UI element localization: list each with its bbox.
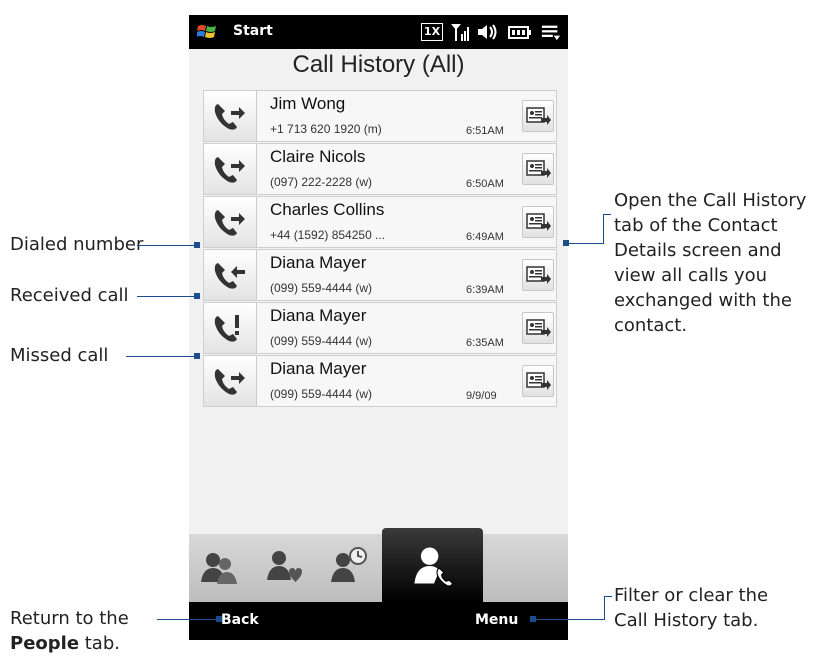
call-row[interactable]: Diana Mayer (099) 559-4444 (w) 9/9/09 [203,355,557,407]
dialed-call-icon [214,104,245,130]
dialed-call-icon [214,157,245,183]
callout-line [137,296,196,297]
callout-line [566,243,604,244]
callout-contact-details: Open the Call History tab of the Contact… [614,188,806,338]
contact-card-icon [526,372,551,390]
callout-dot [216,616,222,622]
tab-updates-events-icon[interactable] [325,544,369,588]
contact-name: Charles Collins [270,200,385,219]
callout-back: Return to the People tab. [10,606,129,656]
callout-line [604,596,605,620]
call-row[interactable]: Claire Nicols (097) 222-2228 (w) 6:50AM [203,143,557,195]
callout-menu: Filter or clear the Call History tab. [614,583,768,633]
call-time: 6:51AM [466,125,504,137]
callout-dot [194,242,200,248]
call-type-button[interactable] [204,303,257,353]
call-time: 6:49AM [466,231,504,243]
tab-all-people-icon[interactable] [197,544,241,588]
tab-favorites-icon[interactable] [261,544,305,588]
start-label[interactable]: Start [233,23,273,39]
notifications-menu-icon[interactable] [539,22,563,42]
back-button[interactable]: Back [221,612,259,628]
callout-line [126,356,196,357]
callout-menu-line1: Filter or clear the [614,585,769,606]
callout-back-bold: People [10,633,80,654]
callout-back-rest: tab. [79,633,120,654]
callout-back-line1: Return to the [10,608,129,629]
contact-details-button[interactable] [522,153,554,185]
menu-button[interactable]: Menu [475,612,518,628]
status-bar: Start 1X [189,15,568,49]
dialed-call-icon [214,369,245,395]
received-call-icon [214,263,245,289]
phone-number: (097) 222-2228 (w) [270,175,373,189]
contact-details-button[interactable] [522,100,554,132]
callout-contact-line: Details screen and [614,240,782,261]
tab-call-history-icon[interactable] [410,542,458,590]
call-type-button[interactable] [204,250,257,300]
callout-line [137,245,196,246]
callout-dialed-number: Dialed number [10,234,144,255]
contact-name: Diana Mayer [270,306,367,325]
contact-card-icon [526,107,551,125]
callout-line [157,619,219,620]
callout-menu-line2: Call History tab. [614,610,759,631]
contact-name: Diana Mayer [270,359,367,378]
call-time: 6:35AM [466,337,504,349]
call-type-button[interactable] [204,356,257,406]
contact-card-icon [526,160,551,178]
battery-icon [508,26,531,39]
volume-icon[interactable] [476,22,498,42]
callout-back-line2: People tab. [10,631,129,656]
contact-details-button[interactable] [522,259,554,291]
soft-key-bar: Back Menu [189,602,568,640]
windows-start-icon[interactable] [197,23,217,41]
network-label: 1X [423,25,441,38]
contact-details-button[interactable] [522,206,554,238]
callout-line [603,214,611,215]
call-time: 6:50AM [466,178,504,190]
callout-contact-line: Open the Call History [614,190,807,211]
contact-details-button[interactable] [522,365,554,397]
call-type-button[interactable] [204,91,257,141]
call-row[interactable]: Diana Mayer (099) 559-4444 (w) 6:35AM [203,302,557,354]
callout-contact-line: view all calls you [614,265,768,286]
contact-name: Claire Nicols [270,147,366,166]
callout-missed-call: Missed call [10,345,109,366]
callout-dot [194,353,200,359]
callout-received-call: Received call [10,285,129,306]
phone-number: +1 713 620 1920 (m) [270,122,382,136]
network-1x-icon: 1X [421,23,443,41]
contact-card-icon [526,213,551,231]
call-time: 6:39AM [466,284,504,296]
call-type-button[interactable] [204,197,257,247]
contact-name: Jim Wong [270,94,346,113]
callout-contact-line: exchanged with the [614,290,792,311]
contact-card-icon [526,319,551,337]
contact-details-button[interactable] [522,312,554,344]
callout-line [603,214,604,244]
call-row[interactable]: Charles Collins +44 (1592) 854250 ... 6:… [203,196,557,248]
call-row[interactable]: Diana Mayer (099) 559-4444 (w) 6:39AM [203,249,557,301]
contact-card-icon [526,266,551,284]
phone-number: (099) 559-4444 (w) [270,334,373,348]
phone-number: +44 (1592) 854250 ... [270,228,386,242]
people-tab-strip [189,528,568,602]
phone-screen: Start 1X Call History (All) Jim Wong +1 … [189,15,568,640]
callout-contact-line: tab of the Contact [614,215,778,236]
contact-name: Diana Mayer [270,253,367,272]
callout-contact-line: contact. [614,315,688,336]
call-time: 9/9/09 [466,390,497,402]
call-row[interactable]: Jim Wong +1 713 620 1920 (m) 6:51AM [203,90,557,142]
call-type-button[interactable] [204,144,257,194]
callout-line [533,619,605,620]
missed-call-icon [214,315,239,342]
signal-icon [451,24,469,41]
phone-number: (099) 559-4444 (w) [270,387,373,401]
page-title: Call History (All) [292,51,465,78]
callout-dot [194,293,200,299]
phone-number: (099) 559-4444 (w) [270,281,373,295]
dialed-call-icon [214,210,245,236]
callout-line [604,596,612,597]
